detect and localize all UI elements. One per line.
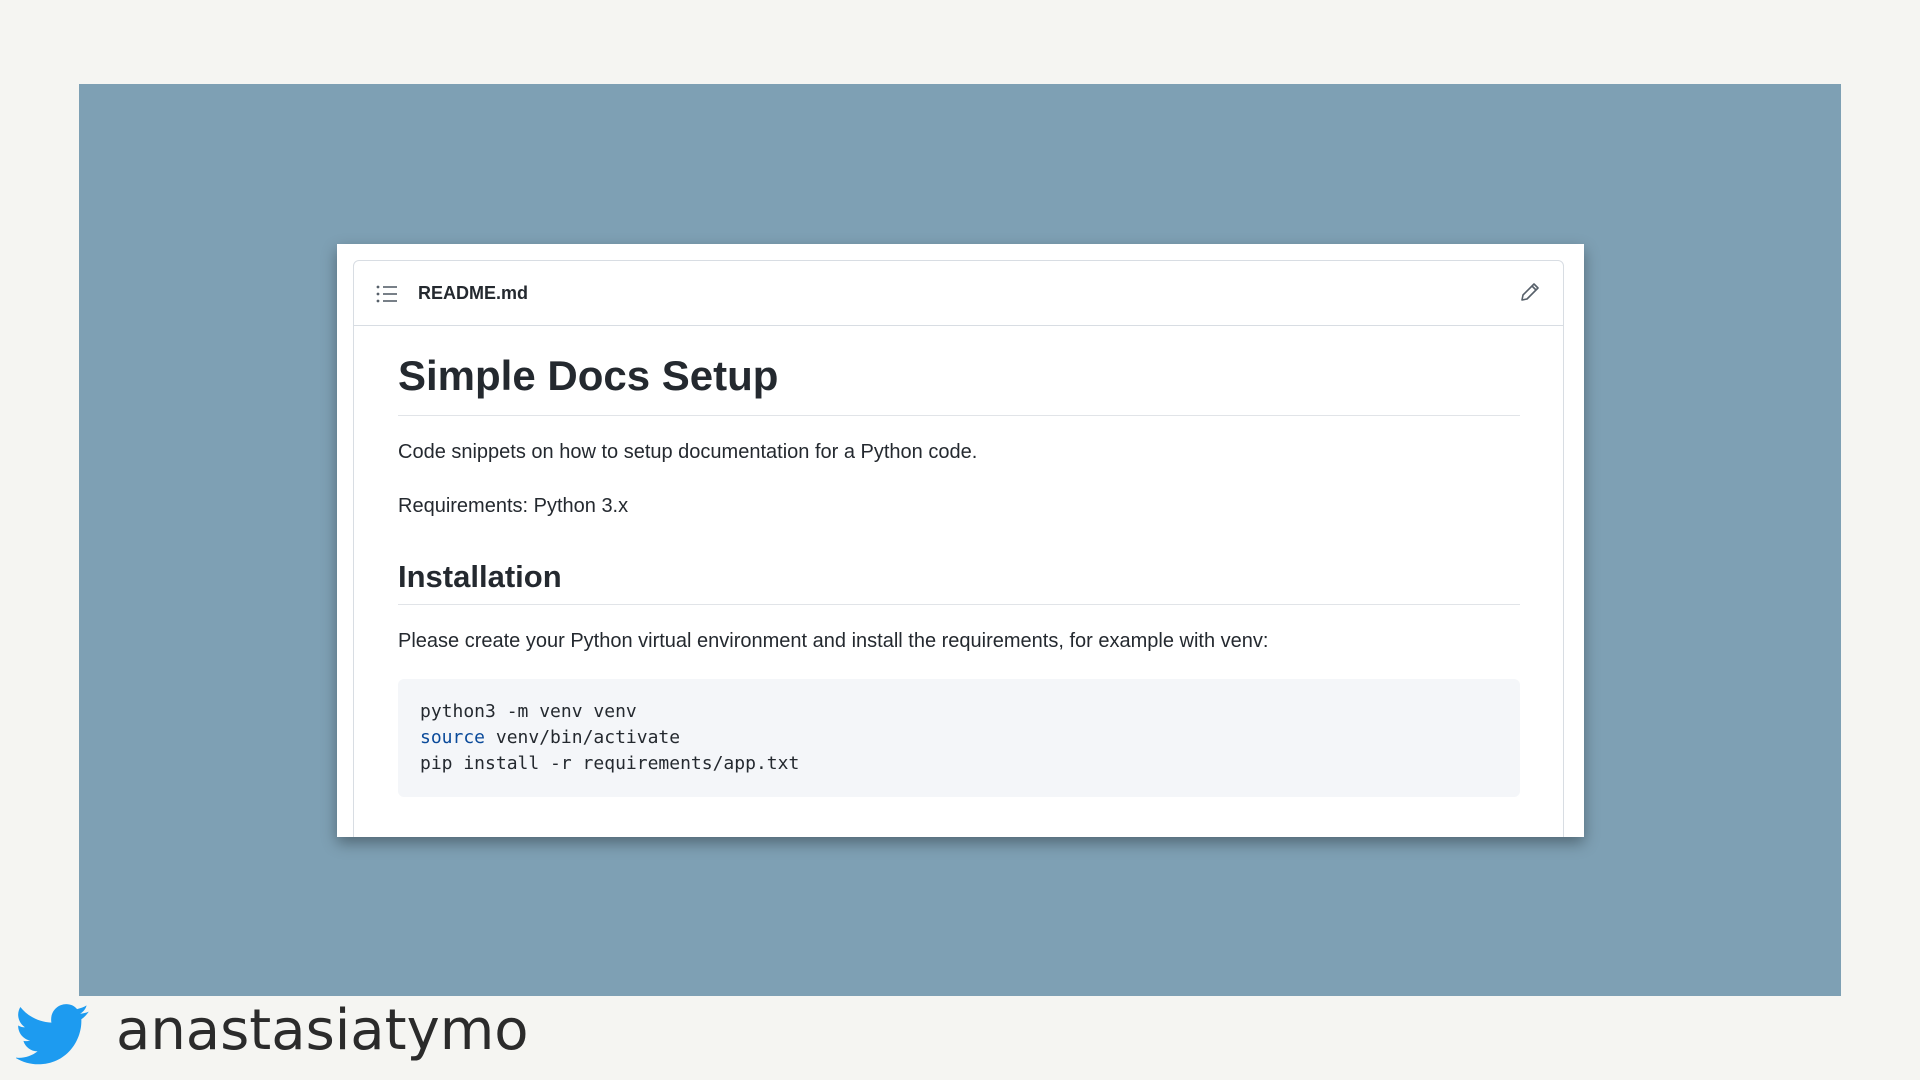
pencil-icon[interactable] [1519, 281, 1541, 303]
code-line-2-rest: venv/bin/activate [485, 727, 681, 748]
code-keyword: source [420, 727, 486, 748]
readme-content: Simple Docs Setup Code snippets on how t… [398, 325, 1520, 797]
twitter-handle[interactable]: anastasiatymo [116, 998, 529, 1064]
readme-header: README.md [354, 261, 1563, 326]
twitter-bird-icon [16, 1004, 89, 1065]
file-name: README.md [418, 283, 529, 303]
code-line-1: python3 -m venv venv [420, 701, 637, 722]
installation-heading: Installation [398, 520, 1520, 605]
requirements-paragraph: Requirements: Python 3.x [398, 495, 629, 517]
list-icon[interactable] [376, 285, 398, 303]
code-line-2: source venv/bin/activate [420, 725, 1498, 751]
readme-panel: README.md Simple Docs Setup Code snippet… [353, 260, 1564, 837]
code-line-3: pip install -r requirements/app.txt [420, 753, 800, 774]
installation-paragraph: Please create your Python virtual enviro… [398, 630, 1269, 652]
intro-paragraph: Code snippets on how to setup documentat… [398, 441, 978, 463]
readme-screenshot: README.md Simple Docs Setup Code snippet… [337, 244, 1584, 837]
page-title: Simple Docs Setup [398, 325, 1520, 416]
code-block: python3 -m venv venv source venv/bin/act… [398, 679, 1520, 797]
